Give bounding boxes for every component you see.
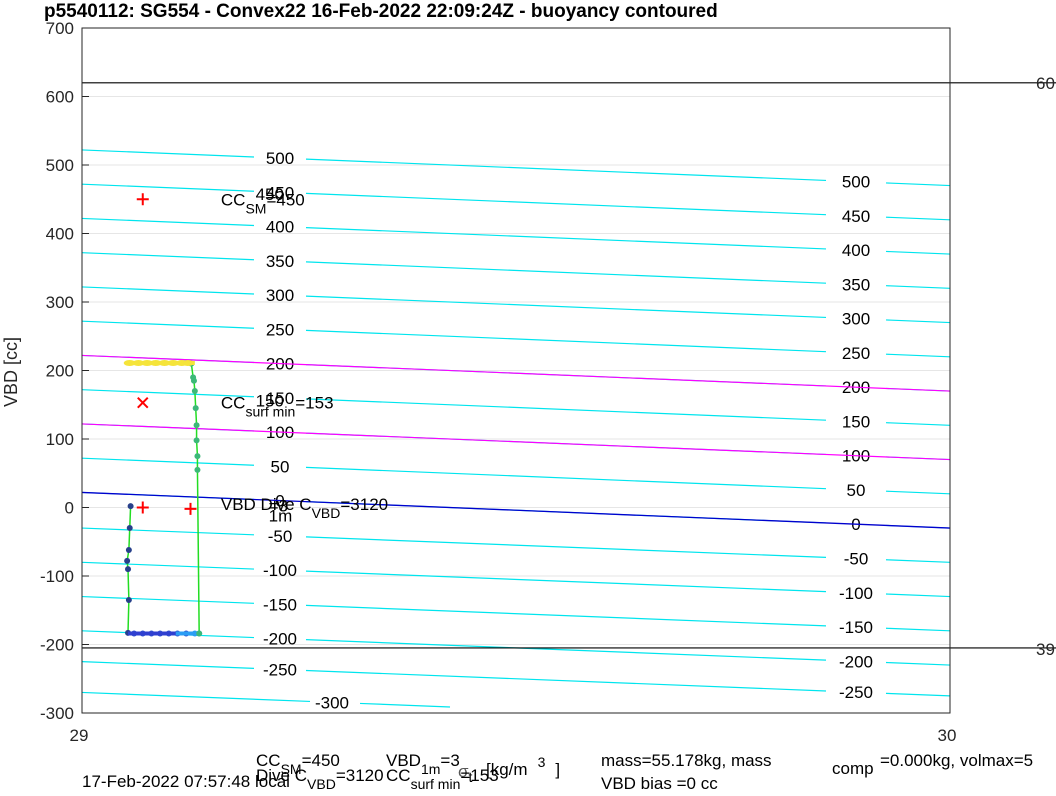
climb-point bbox=[193, 422, 200, 429]
contour-label: 300 bbox=[842, 310, 870, 329]
contour-label: 250 bbox=[266, 320, 294, 339]
contour-label: 350 bbox=[266, 252, 294, 271]
y-tick-label: 400 bbox=[46, 225, 74, 244]
contour-label: -50 bbox=[268, 527, 293, 546]
climb-point bbox=[194, 466, 201, 473]
dive-point bbox=[125, 566, 132, 573]
y-tick-label: 600 bbox=[46, 88, 74, 107]
dive-point bbox=[127, 503, 134, 510]
contour-label: -100 bbox=[263, 561, 297, 580]
dive-point bbox=[125, 546, 132, 553]
contour-label: 250 bbox=[842, 344, 870, 363]
contour-label: 500 bbox=[266, 149, 294, 168]
dive-point bbox=[124, 557, 131, 564]
y-tick-label: 300 bbox=[46, 293, 74, 312]
overlapping-label: 1m bbox=[269, 507, 293, 526]
right-axis-label: 39 bbox=[1036, 640, 1055, 659]
chart-title: p5540112: SG554 - Convex22 16-Feb-2022 2… bbox=[44, 1, 718, 22]
footer-vbd-bias: VBD bias =0 cc bbox=[601, 774, 718, 793]
contour-label: -150 bbox=[839, 618, 873, 637]
climb-point bbox=[190, 374, 197, 381]
contour-label: -250 bbox=[839, 683, 873, 702]
contour-label: 150 bbox=[842, 412, 870, 431]
x-tick-label: 29 bbox=[70, 726, 89, 745]
overlapping-label: 450 bbox=[256, 185, 284, 204]
contour-label: 450 bbox=[842, 207, 870, 226]
y-tick-label: 100 bbox=[46, 430, 74, 449]
contour-label: -100 bbox=[839, 584, 873, 603]
contour-label: 500 bbox=[842, 173, 870, 192]
footer-mass-comp: comp bbox=[832, 759, 874, 778]
climb-point bbox=[196, 630, 203, 637]
climb-point bbox=[194, 453, 201, 460]
contour-label: 50 bbox=[271, 457, 290, 476]
y-tick-label: 200 bbox=[46, 362, 74, 381]
plot-area: -300 -250 -250 -200 -200 -150 -150 -100 -100 -50 -… bbox=[40, 19, 1056, 745]
contour-label: -300 bbox=[315, 693, 349, 712]
x-tick-label: 30 bbox=[938, 726, 957, 745]
y-tick-label: -300 bbox=[40, 704, 74, 723]
y-tick-label: 0 bbox=[65, 499, 74, 518]
climb-point bbox=[193, 437, 200, 444]
footer-mass-tail: =0.000kg, volmax=5 bbox=[880, 751, 1033, 770]
buoyancy-chart: p5540112: SG554 - Convex22 16-Feb-2022 2… bbox=[1, 1, 1056, 793]
contour-label: -200 bbox=[263, 630, 297, 649]
y-tick-label: 500 bbox=[46, 156, 74, 175]
contour-label: -200 bbox=[839, 652, 873, 671]
overlapping-label: 150 bbox=[256, 392, 284, 411]
contour-label: -50 bbox=[844, 550, 869, 569]
right-axis-label: 60 bbox=[1036, 74, 1055, 93]
y-tick-label: -200 bbox=[40, 636, 74, 655]
contour-label: -150 bbox=[263, 595, 297, 614]
contour-label: 350 bbox=[842, 275, 870, 294]
contour-label: 50 bbox=[847, 481, 866, 500]
climb-point bbox=[192, 405, 199, 412]
contour-label: 400 bbox=[842, 241, 870, 260]
y-tick-label: 700 bbox=[46, 19, 74, 38]
climb-point bbox=[191, 388, 198, 395]
y-tick-label: -100 bbox=[40, 567, 74, 586]
y-axis-label: VBD [cc] bbox=[1, 337, 21, 407]
contour-label: 300 bbox=[266, 286, 294, 305]
dive-point bbox=[126, 525, 133, 532]
dive-point bbox=[125, 596, 132, 603]
contour-label: -250 bbox=[263, 660, 297, 679]
footer-info: CCSM=450 VBD1m=3σt [kg/m 3] mass=55.178kg, m… bbox=[82, 751, 1033, 793]
footer-mass: mass=55.178kg, mass bbox=[601, 751, 772, 770]
contour-label: 400 bbox=[266, 218, 294, 237]
